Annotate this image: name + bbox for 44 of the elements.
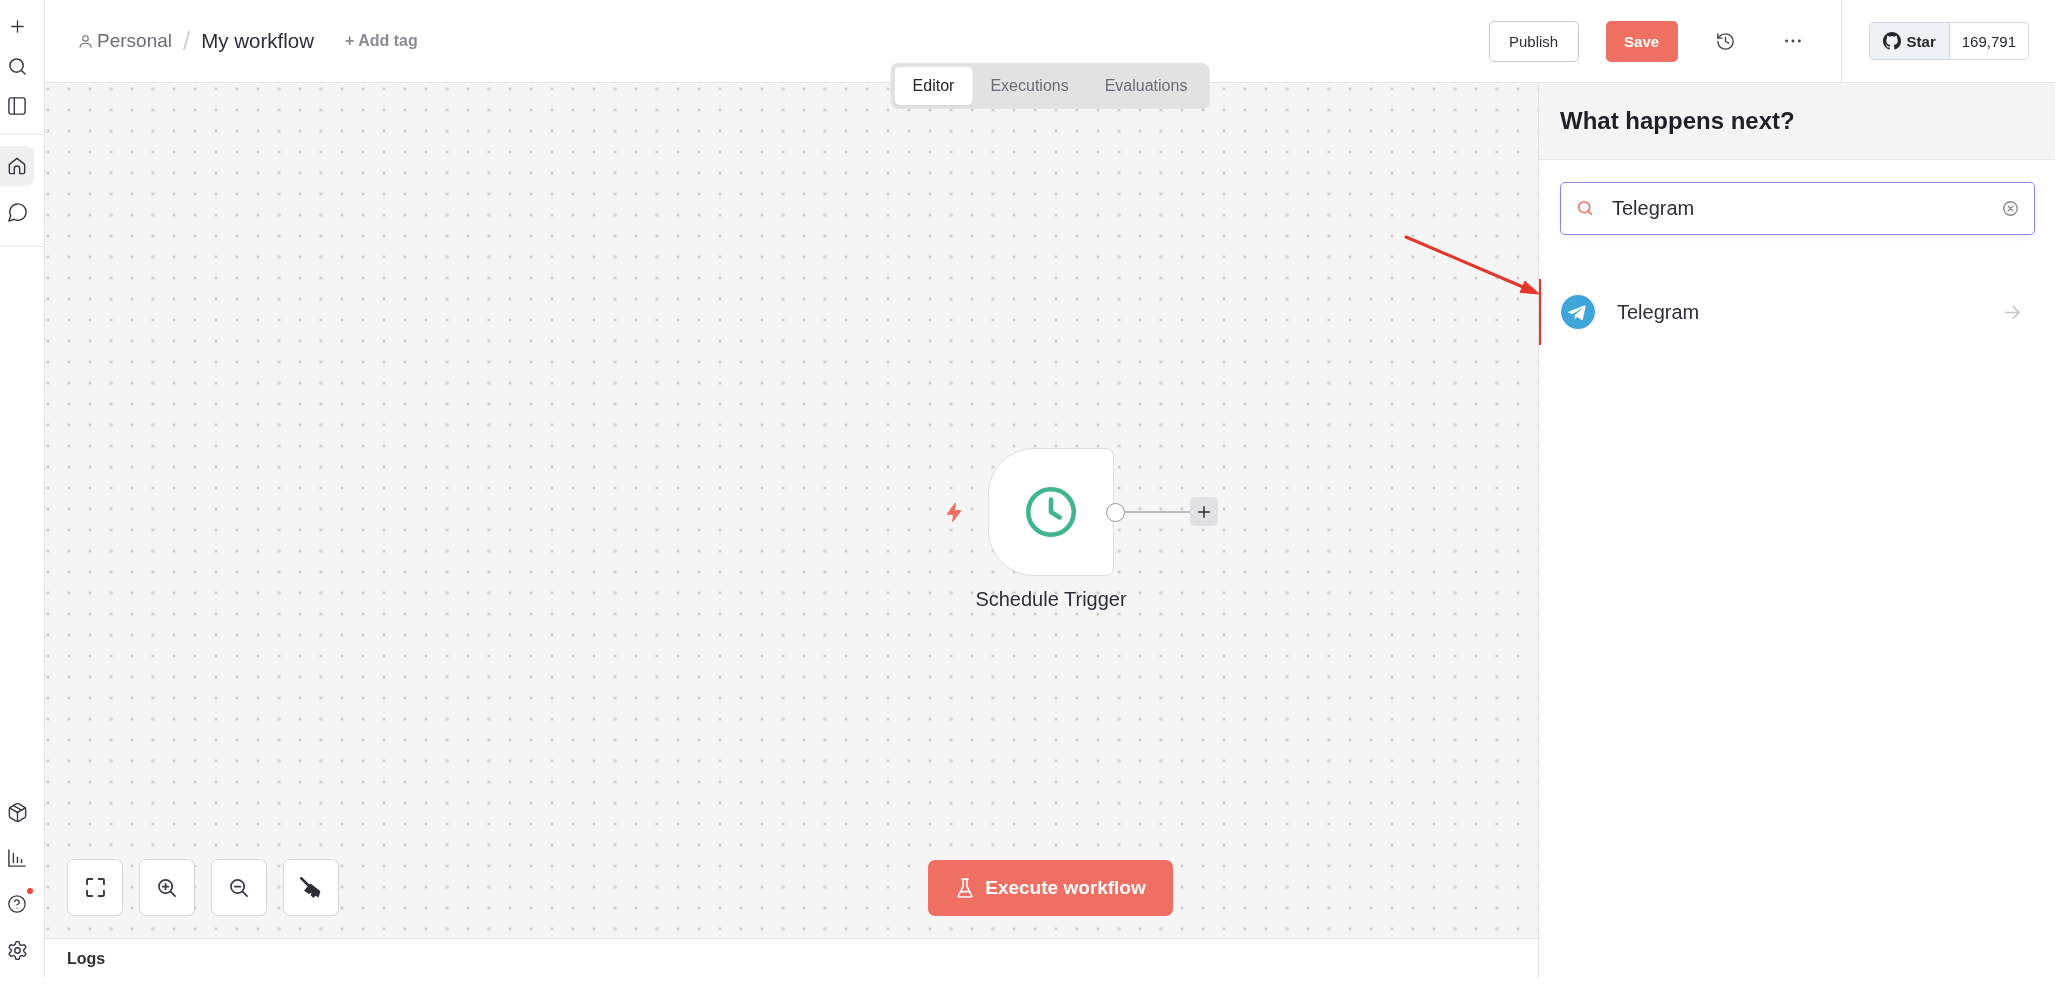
zoom-in-icon [158,878,176,897]
view-tab[interactable]: Executions [972,67,1087,105]
clear-icon [2003,201,2018,216]
github-star-button[interactable]: Star [1868,22,1950,60]
paper-plane-icon [1561,295,1595,329]
zoom-in-button[interactable] [139,859,195,916]
zoom-out-icon [230,878,248,897]
user-icon [79,34,92,48]
node-card[interactable] [988,448,1114,576]
chat-icon [7,202,27,222]
clock-icon [1026,487,1076,537]
sidebar-icon[interactable] [8,97,26,115]
project-link[interactable]: Personal [79,30,172,52]
box-icon[interactable] [7,802,27,822]
breadcrumb-separator: / [183,28,191,54]
sidebar-nav-item[interactable] [0,146,34,186]
workflow-name[interactable]: My workflow [201,29,314,53]
logs-label[interactable]: Logs [67,949,106,968]
fit-view-button[interactable] [67,859,123,916]
plus-icon[interactable] [10,19,24,33]
search-icon[interactable] [8,57,26,75]
publish-button[interactable]: Publish [1488,20,1579,62]
view-tab[interactable]: Evaluations [1086,67,1206,105]
tidy-up-button[interactable] [283,859,339,916]
node-label: Schedule Trigger [975,588,1127,611]
settings-icon[interactable] [7,940,27,960]
more-icon[interactable] [1784,39,1801,43]
plus-icon [1198,505,1210,518]
zoom-out-button[interactable] [211,859,267,916]
star-count[interactable]: 169,791 [1949,22,2029,60]
search-icon [1578,201,1592,215]
connector-line [1125,511,1190,513]
broom-icon [300,876,322,899]
panel-title: What happens next? [1560,107,1795,135]
github-icon [1882,32,1901,50]
search-field[interactable]: Telegram [1560,182,2035,235]
home-icon [8,157,26,175]
view-tab[interactable]: Editor [894,67,973,105]
add-node-button[interactable] [1190,497,1218,526]
history-icon[interactable] [1716,32,1734,50]
corner-brackets-icon [85,878,105,897]
arrow-right-icon [2005,304,2020,320]
bar-chart-icon[interactable] [8,849,26,867]
help-icon[interactable] [8,895,26,913]
